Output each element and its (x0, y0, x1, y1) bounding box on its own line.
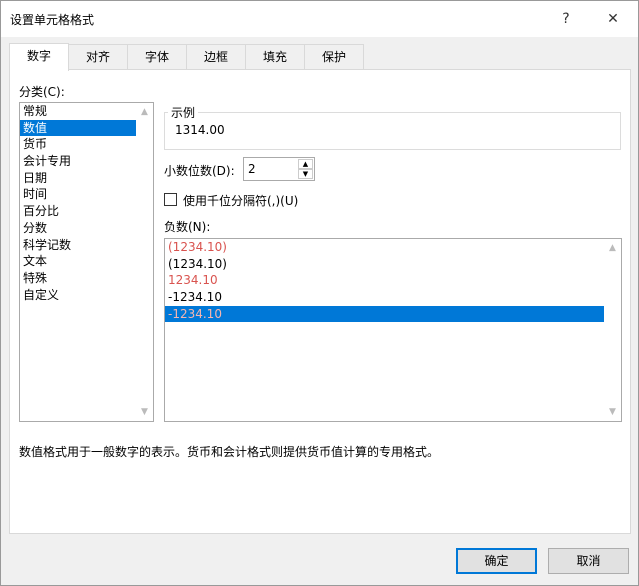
tab-protection[interactable]: 保护 (304, 44, 364, 70)
title-bar: 设置单元格格式 ? ✕ (1, 1, 638, 37)
tab-bar: 数字 对齐 字体 边框 填充 保护 (9, 43, 364, 71)
number-tab-panel: 分类(C): ▲ ▼ 常规 数值 货币 会计专用 日期 时间 百分比 分数 科学记数 文本 特殊 自定… (9, 69, 631, 534)
category-scrollbar[interactable]: ▲ ▼ (136, 103, 153, 421)
negative-scrollbar[interactable]: ▲ ▼ (604, 239, 621, 421)
category-item[interactable]: 百分比 (20, 203, 136, 220)
negative-number-list[interactable]: ▲ ▼ (1234.10) (1234.10) 1234.10 -1234.10 -12… (164, 238, 622, 422)
negative-format-item[interactable]: -1234.10 (165, 289, 604, 306)
thousands-checkbox[interactable] (164, 193, 177, 206)
increment-icon[interactable]: ▲ (298, 159, 313, 169)
tab-number[interactable]: 数字 (9, 43, 69, 71)
thousands-label[interactable]: 使用千位分隔符(,)(U) (183, 192, 298, 209)
scroll-up-icon[interactable]: ▲ (604, 240, 621, 256)
category-item[interactable]: 自定义 (20, 287, 136, 304)
sample-value: 1314.00 (175, 123, 225, 137)
ok-button[interactable]: 确定 (456, 548, 537, 574)
category-item[interactable]: 常规 (20, 103, 136, 120)
decrement-icon[interactable]: ▼ (298, 169, 313, 179)
category-item[interactable]: 特殊 (20, 270, 136, 287)
negative-label: 负数(N): (164, 220, 211, 234)
category-item[interactable]: 货币 (20, 136, 136, 153)
category-item[interactable]: 文本 (20, 253, 136, 270)
tab-border[interactable]: 边框 (186, 44, 246, 70)
decimals-value[interactable]: 2 (248, 162, 256, 176)
sample-group: 1314.00 (164, 112, 621, 150)
help-button[interactable]: ? (546, 5, 586, 33)
decimals-label: 小数位数(D): (164, 164, 235, 178)
tab-fill[interactable]: 填充 (245, 44, 305, 70)
tab-alignment[interactable]: 对齐 (68, 44, 128, 70)
close-button[interactable]: ✕ (593, 5, 633, 33)
scroll-up-icon[interactable]: ▲ (136, 104, 153, 120)
scroll-down-icon[interactable]: ▼ (136, 404, 153, 420)
negative-format-item[interactable]: 1234.10 (165, 272, 604, 289)
negative-format-item[interactable]: (1234.10) (165, 256, 604, 273)
tab-font[interactable]: 字体 (127, 44, 187, 70)
scroll-down-icon[interactable]: ▼ (604, 404, 621, 420)
negative-format-item[interactable]: (1234.10) (165, 239, 604, 256)
category-list[interactable]: ▲ ▼ 常规 数值 货币 会计专用 日期 时间 百分比 分数 科学记数 文本 特殊 自定义 (19, 102, 154, 422)
sample-label: 示例 (168, 104, 199, 121)
category-item[interactable]: 会计专用 (20, 153, 136, 170)
category-label: 分类(C): (19, 85, 65, 99)
category-item[interactable]: 分数 (20, 220, 136, 237)
category-item[interactable]: 数值 (20, 119, 136, 137)
cancel-button[interactable]: 取消 (548, 548, 629, 574)
category-item[interactable]: 日期 (20, 170, 136, 187)
format-description: 数值格式用于一般数字的表示。货币和会计格式则提供货币值计算的专用格式。 (19, 445, 440, 459)
dialog-title: 设置单元格格式 (10, 13, 95, 27)
format-cells-dialog: 设置单元格格式 ? ✕ 数字 对齐 字体 边框 填充 保护 分类(C): ▲ ▼… (0, 0, 639, 586)
category-item[interactable]: 科学记数 (20, 237, 136, 254)
negative-format-item[interactable]: -1234.10 (165, 305, 604, 323)
decimals-stepper[interactable]: 2 ▲ ▼ (243, 157, 315, 181)
category-item[interactable]: 时间 (20, 186, 136, 203)
